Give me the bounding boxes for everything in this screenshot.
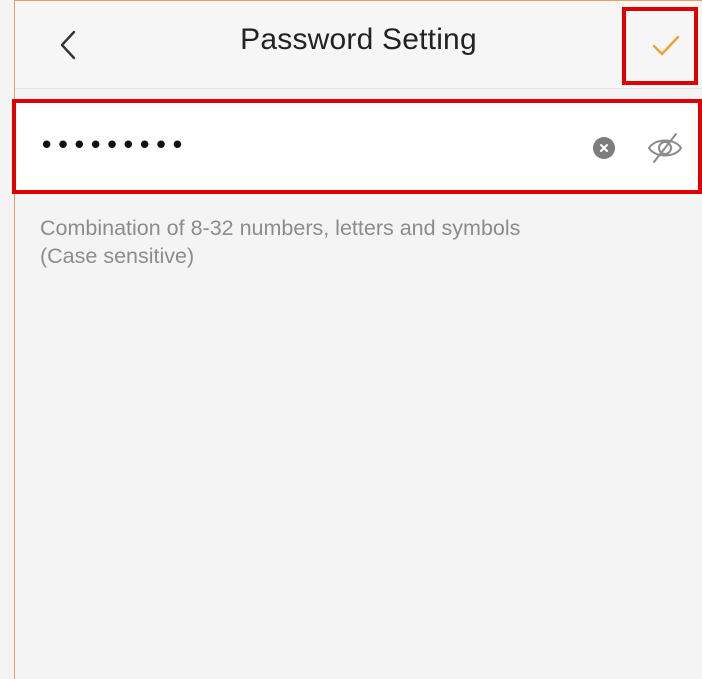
- checkmark-icon: [652, 35, 680, 56]
- password-setting-screen: Password Setting Combination of 8-32 num…: [0, 0, 702, 679]
- password-field-row: [15, 102, 702, 190]
- back-button[interactable]: [51, 25, 85, 65]
- password-input[interactable]: [39, 126, 559, 166]
- chevron-left-icon: [60, 30, 76, 60]
- hint-line-1: Combination of 8-32 numbers, letters and…: [40, 216, 521, 240]
- password-hint: Combination of 8-32 numbers, letters and…: [40, 214, 680, 270]
- hint-line-2: (Case sensitive): [40, 244, 195, 268]
- clear-circle-icon: [600, 144, 608, 152]
- page-title: Password Setting: [240, 23, 477, 56]
- confirm-button[interactable]: [627, 10, 702, 82]
- visibility-toggle-button[interactable]: [645, 130, 685, 166]
- clear-button[interactable]: [593, 137, 615, 159]
- header-bar: Password Setting: [15, 1, 702, 89]
- eye-hidden-icon: [647, 133, 683, 163]
